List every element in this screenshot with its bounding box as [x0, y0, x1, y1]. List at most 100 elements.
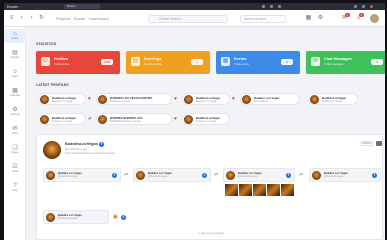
profile-avatar	[184, 115, 193, 124]
card-sub: @buddieslovvegas	[238, 176, 258, 178]
profile-chip[interactable]: Buddies Lov Vegas Me Vaslanda	[240, 93, 300, 105]
chip-sub: BOBDESS Buddies lo Vegas	[110, 120, 141, 123]
item-select[interactable]: Select an item	[240, 15, 286, 23]
profile-chip[interactable]: BuddiesLocVegas Buddies Lov Vegas	[38, 93, 86, 105]
sidebar-item-label: Reports	[10, 56, 20, 59]
profile-avatar	[310, 95, 319, 104]
facebook-icon[interactable]: f	[121, 215, 126, 220]
stat-sub: Total profiles	[54, 62, 70, 66]
link-icon[interactable]: ⇄	[214, 172, 218, 178]
stat-sub: Total events	[234, 62, 249, 66]
package-card[interactable]: Buddies Lov Vegas @buddieslovvegas f	[133, 168, 211, 182]
photo-thumbnail[interactable]	[253, 184, 266, 196]
load-more-link[interactable]: + Load more packages	[37, 232, 384, 235]
card-name: Buddies Lov Vegas	[58, 172, 82, 175]
photo-thumbnail[interactable]	[225, 184, 238, 196]
calendar-icon[interactable]: ▦	[304, 14, 313, 23]
minimize-icon[interactable]	[354, 5, 357, 8]
latest-profiles-title: LATEST PROFILES	[36, 83, 69, 87]
sidebar-item-inbox[interactable]: ✉ Inbox	[4, 124, 26, 138]
profile-avatar	[98, 115, 107, 124]
facebook-icon[interactable]: f	[372, 173, 377, 178]
profile-avatar-large[interactable]	[43, 141, 61, 159]
sidebar-item-tasks[interactable]: ☑ Tasks	[4, 162, 26, 176]
top-bar: ≡ ‹ › ↻ Projects · Buster · Dashboard ⌕ …	[4, 10, 385, 27]
card-sub: @buddieslovvegas	[58, 176, 78, 178]
stat-card-profiles[interactable]: ☺ Profiles Total profiles 0.00	[36, 51, 120, 74]
package-card[interactable]: Buddies Lov Vegas @buddieslovvegas	[43, 210, 109, 224]
card-avatar	[46, 213, 55, 222]
sidebar-item-settings[interactable]: ⚙ Settings	[4, 105, 26, 119]
sidebar-item-home[interactable]: ⌂ Home	[4, 29, 26, 43]
sidebar-item-users[interactable]: ☺ Users	[4, 67, 26, 81]
user-icon: ☺	[41, 57, 50, 66]
sidebar-item-pages[interactable]: ❏ Pages	[4, 143, 26, 157]
package-card[interactable]: Buddies Lov Vegas @buddieslovvegas f	[43, 168, 121, 182]
user-avatar[interactable]	[370, 14, 379, 23]
back-icon[interactable]: ‹	[17, 14, 26, 23]
photo-thumbnail[interactable]	[281, 184, 294, 196]
package-card[interactable]: Buddies Lov Vegas @buddieslovvegas f	[309, 168, 381, 182]
facebook-icon[interactable]: f	[202, 173, 207, 178]
options-button[interactable]	[376, 141, 382, 146]
card-avatar	[136, 171, 145, 180]
sidebar-item-reports[interactable]: ▤ Reports	[4, 48, 26, 62]
stat-name: Profiles	[54, 57, 68, 61]
sidebar-item-label: Tasks	[11, 170, 19, 173]
search-input[interactable]: Global Search...	[148, 15, 228, 23]
facebook-icon[interactable]: f	[99, 142, 104, 147]
link-icon[interactable]: ⇄	[299, 172, 303, 178]
photo-thumbnail[interactable]	[267, 184, 280, 196]
card-name: Buddies Lov Vegas	[324, 172, 348, 175]
sidebar-item-label: Inbox	[11, 132, 19, 135]
photo-strip[interactable]	[225, 184, 294, 196]
image-icon: ▣	[113, 214, 118, 220]
pin-icon: ✔	[88, 116, 93, 122]
profile-chip[interactable]: BuddiesLocVegas Buddies Lov Vegas	[182, 93, 230, 105]
card-name: Buddies Lov Vegas	[58, 214, 82, 217]
profile-chip[interactable]: BUDDIES BUDDIES LOV BOBDESS Buddies lo V…	[96, 113, 172, 125]
link-icon[interactable]: ⇄	[124, 172, 128, 178]
sidebar-item-label: Pages	[11, 151, 19, 154]
stat-value: 0	[281, 59, 293, 65]
profile-avatar	[40, 95, 49, 104]
stat-card-events[interactable]: ▦ Events Total events 0	[216, 51, 300, 74]
close-icon[interactable]	[370, 5, 373, 8]
photo-thumbnail[interactable]	[239, 184, 252, 196]
refresh-icon[interactable]: ↻	[37, 14, 46, 23]
profile-link[interactable]: https://www.facebook.com/buddieslovvegas	[65, 152, 115, 155]
facebook-icon[interactable]: f	[286, 173, 291, 178]
facebook-icon[interactable]: f	[112, 173, 117, 178]
profile-name: BuddiesLovVegas	[65, 142, 98, 146]
window-dot-icon	[270, 5, 273, 8]
browser-tab[interactable]: Buster	[64, 4, 100, 9]
refresh-button[interactable]: Refresh	[360, 141, 374, 146]
forward-icon[interactable]: ›	[27, 14, 36, 23]
chip-sub: Buddies Lov Vegas	[52, 100, 73, 103]
package-card[interactable]: Buddies Lov Vegas @buddieslovvegas f	[223, 168, 295, 182]
sidebar-item-help[interactable]: ? Help	[4, 181, 26, 195]
profile-avatar	[242, 95, 251, 104]
notification-badge: 1	[345, 13, 350, 17]
settings-icon[interactable]: ⚙	[316, 14, 325, 23]
heart-icon: ♥	[232, 96, 235, 102]
card-avatar	[226, 171, 235, 180]
profile-chip[interactable]: BUDDIES LOV VEGAS PARTIES Buddies Lov Ve…	[96, 93, 172, 105]
card-avatar	[312, 171, 321, 180]
card-name: Buddies Lov Vegas	[238, 172, 262, 175]
heart-icon: ♥	[174, 116, 177, 122]
profile-handle: @buddieslovvegas	[65, 148, 87, 151]
card-sub: @buddieslovvegas	[58, 218, 78, 220]
profile-panel: BuddiesLovVegas f @buddieslovvegas https…	[36, 134, 383, 240]
profile-chip[interactable]: BuddiesLocVegas Buddies Lov Vegas	[308, 93, 358, 105]
sidebar-item-calendar[interactable]: ▦ Calendar	[4, 86, 26, 100]
alert-badge: 3	[359, 13, 364, 17]
profile-chip[interactable]: BuddiesLocVegas Buddies Lov Vegas	[182, 113, 230, 125]
window-dot-icon	[278, 5, 281, 8]
menu-icon[interactable]: ≡	[7, 14, 16, 23]
profile-chip[interactable]: BuddiesLocVegas Buddies Lov Vegas	[38, 113, 86, 125]
stat-card-messages[interactable]: ✉ Chat Messages Total messages 0	[306, 51, 385, 74]
maximize-icon[interactable]	[362, 5, 365, 8]
profile-avatar	[98, 95, 107, 104]
stat-card-bookings[interactable]: ▤ Bookings Total bookings 0	[126, 51, 210, 74]
